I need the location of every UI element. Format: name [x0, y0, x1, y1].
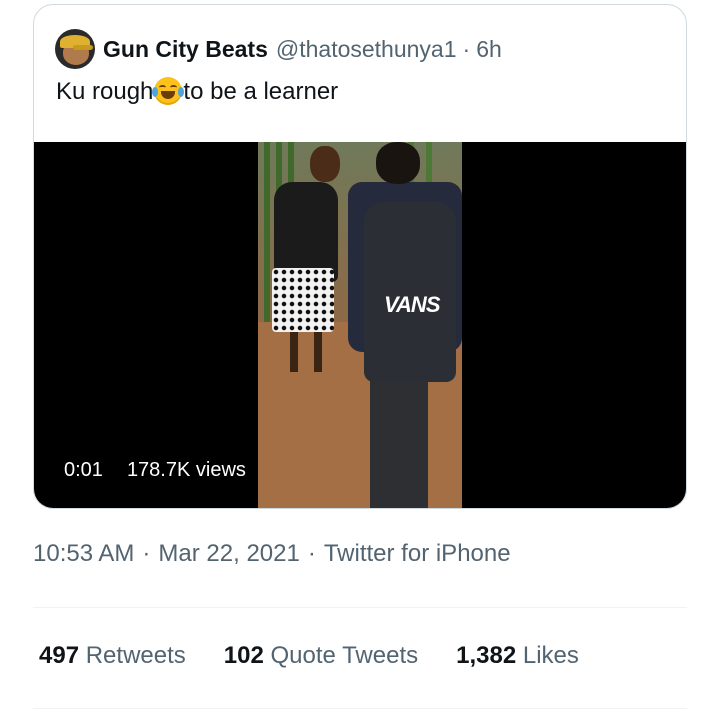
- author-handle[interactable]: @thatosethunya1: [276, 36, 457, 63]
- retweets-count: 497: [39, 642, 80, 669]
- tweet-time[interactable]: 10:53 AM: [33, 540, 134, 567]
- video-player[interactable]: VANS 0:01 178.7K views: [34, 142, 686, 508]
- likes-count: 1,382: [456, 642, 517, 669]
- tweet-timestamp: 10:53 AM · Mar 22, 2021 · Twitter for iPhone: [33, 540, 511, 568]
- likes-stat[interactable]: 1,382 Likes: [456, 642, 579, 670]
- tweet-source[interactable]: Twitter for iPhone: [324, 540, 511, 567]
- quote-tweets-stat[interactable]: 102 Quote Tweets: [224, 642, 418, 670]
- likes-label: Likes: [522, 642, 579, 669]
- video-view-count: 178.7K views: [126, 458, 246, 481]
- bag-logo: VANS: [384, 292, 440, 317]
- quoted-tweet-text: Ku rough to be a learner: [56, 77, 338, 107]
- tweet-date[interactable]: Mar 22, 2021: [158, 540, 299, 567]
- retweets-stat[interactable]: 497 Retweets: [39, 642, 186, 670]
- quote-tweets-count: 102: [223, 642, 264, 669]
- video-frame: VANS: [258, 142, 462, 508]
- face-with-tears-of-joy-icon: [152, 77, 185, 105]
- divider: [33, 708, 687, 709]
- quoted-tweet-header: Gun City Beats @thatosethunya1 · 6h: [55, 29, 502, 69]
- tweet-time-ago[interactable]: 6h: [476, 36, 502, 63]
- tweet-text-part: Ku rough: [56, 78, 154, 105]
- divider: [33, 607, 687, 608]
- header-separator: ·: [462, 35, 471, 62]
- quoted-tweet-card[interactable]: Gun City Beats @thatosethunya1 · 6h Ku r…: [33, 4, 687, 509]
- video-elapsed-time: 0:01: [64, 458, 103, 481]
- tweet-text-part: to be a learner: [183, 78, 339, 105]
- quote-tweets-label: Quote Tweets: [270, 642, 419, 669]
- tweet-stats: 497 Retweets 102 Quote Tweets 1,382 Like…: [39, 642, 617, 670]
- retweets-label: Retweets: [85, 642, 186, 669]
- avatar[interactable]: [55, 29, 95, 69]
- timestamp-separator: ·: [142, 540, 151, 567]
- video-info-overlay: 0:01 178.7K views: [54, 450, 254, 490]
- author-name[interactable]: Gun City Beats: [103, 36, 268, 63]
- timestamp-separator: ·: [307, 540, 316, 567]
